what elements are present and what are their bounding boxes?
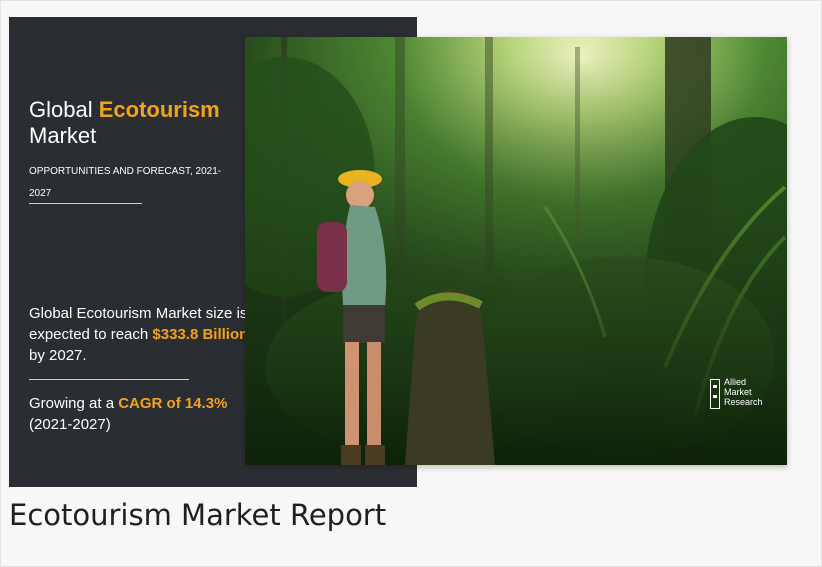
rainforest-hiker-photo [245, 37, 787, 465]
divider [29, 379, 189, 380]
allied-market-research-logo: Allied Market Research [710, 377, 790, 413]
stat-value: $333.8 Billion [152, 326, 249, 343]
title-highlight: Ecotourism [98, 97, 220, 122]
cagr-value: CAGR of 14.3% [118, 395, 228, 412]
logo-line1: Allied [724, 377, 747, 387]
title-part1: Global [29, 97, 99, 122]
title-part2: Market [29, 123, 97, 148]
banner-title: Global Ecotourism Market [29, 97, 220, 149]
market-size-statement: Global Ecotourism Market size is expecte… [29, 303, 249, 366]
logo-text: Allied Market Research [724, 377, 763, 407]
divider [29, 203, 142, 204]
image-caption: Ecotourism Market Report [9, 498, 387, 532]
cagr-prefix: Growing at a [29, 395, 119, 412]
cagr-statement: Growing at a CAGR of 14.3% (2021-2027) [29, 393, 259, 435]
stat-suffix: by 2027. [29, 347, 87, 364]
logo-line2: Market [724, 387, 752, 397]
page-frame: Global Ecotourism Market OPPORTUNITIES A… [0, 0, 822, 567]
logo-mark-icon [710, 379, 720, 409]
banner-subtitle: OPPORTUNITIES AND FORECAST, 2021-2027 [29, 166, 222, 199]
logo-line3: Research [724, 397, 763, 407]
cagr-period: (2021-2027) [29, 416, 111, 433]
